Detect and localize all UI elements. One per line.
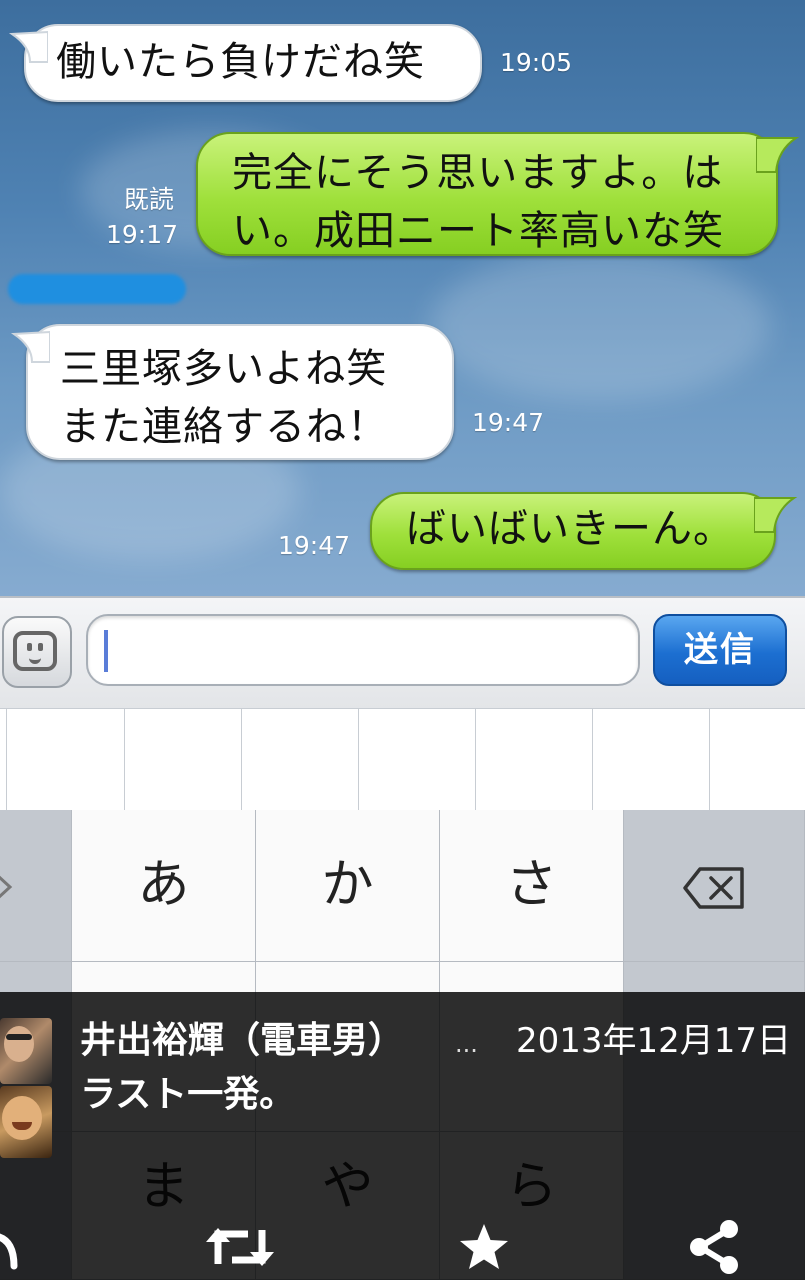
bubble-tail xyxy=(754,497,798,533)
message-bubble-received[interactable]: 三里塚多いよね笑 また連絡するね！ xyxy=(26,324,454,460)
message-bubble-sent[interactable]: ばいばいきーん。 xyxy=(370,492,776,570)
message-time: 19:05 xyxy=(500,48,573,77)
message-text: ばいばいきーん。 xyxy=(406,506,734,552)
post-date: 2013年12月17日 xyxy=(516,1021,792,1061)
arrow-key[interactable] xyxy=(0,810,72,962)
candidate-slot[interactable] xyxy=(709,709,805,811)
text-cursor xyxy=(104,630,108,672)
candidate-slot[interactable] xyxy=(592,709,710,811)
candidate-slot[interactable] xyxy=(475,709,593,811)
retweet-icon[interactable] xyxy=(204,1224,276,1270)
bubble-tail xyxy=(10,330,50,363)
message-time: 19:47 xyxy=(472,408,545,437)
bubble-tail xyxy=(8,30,48,63)
smiley-icon xyxy=(13,631,57,671)
chat-area: 働いたら負けだね笑 19:05 完全にそう思いますよ。は い。成田ニート率高いな… xyxy=(0,0,805,596)
key-ka[interactable]: か xyxy=(256,810,440,962)
candidate-slot[interactable] xyxy=(358,709,476,811)
key-a[interactable]: あ xyxy=(72,810,256,962)
share-icon[interactable] xyxy=(688,1218,740,1276)
message-bubble-received[interactable]: 働いたら負けだね笑 xyxy=(24,24,482,102)
arrow-right-icon xyxy=(0,875,13,899)
candidate-slot[interactable] xyxy=(124,709,242,811)
message-text: い。成田ニート率高いな笑 xyxy=(232,208,724,254)
message-input-bar: 送信 xyxy=(0,596,805,708)
message-bubble-sent[interactable]: 完全にそう思いますよ。は い。成田ニート率高いな笑 xyxy=(196,132,778,256)
post-author[interactable]: 井出裕輝（電車男） xyxy=(80,1018,404,1064)
message-input[interactable] xyxy=(86,614,640,686)
avatar[interactable] xyxy=(0,1018,52,1084)
send-button[interactable]: 送信 xyxy=(653,614,787,686)
emoji-button[interactable] xyxy=(2,616,72,688)
message-text: また連絡するね！ xyxy=(60,404,388,450)
candidate-slot[interactable] xyxy=(241,709,359,811)
message-text: 働いたら負けだね笑 xyxy=(56,39,425,85)
cloud-decoration xyxy=(430,250,770,400)
message-time: 19:47 xyxy=(278,531,351,560)
message-text: 三里塚多いよね笑 xyxy=(60,346,388,392)
message-text: 完全にそう思いますよ。は xyxy=(232,150,724,196)
message-time: 19:17 xyxy=(106,220,179,249)
avatar[interactable] xyxy=(0,1086,52,1158)
backspace-icon xyxy=(683,867,744,909)
candidate-slot[interactable] xyxy=(6,709,125,811)
star-icon[interactable] xyxy=(458,1222,510,1272)
post-text: ラスト一発。 xyxy=(80,1074,296,1115)
redacted-sender-name xyxy=(8,274,186,304)
reply-icon[interactable] xyxy=(0,1226,22,1270)
bubble-tail xyxy=(756,137,800,173)
read-label: 既読 xyxy=(124,185,175,214)
candidate-bar xyxy=(0,708,805,811)
post-ellipsis: ... xyxy=(455,1030,478,1058)
key-sa[interactable]: さ xyxy=(440,810,624,962)
